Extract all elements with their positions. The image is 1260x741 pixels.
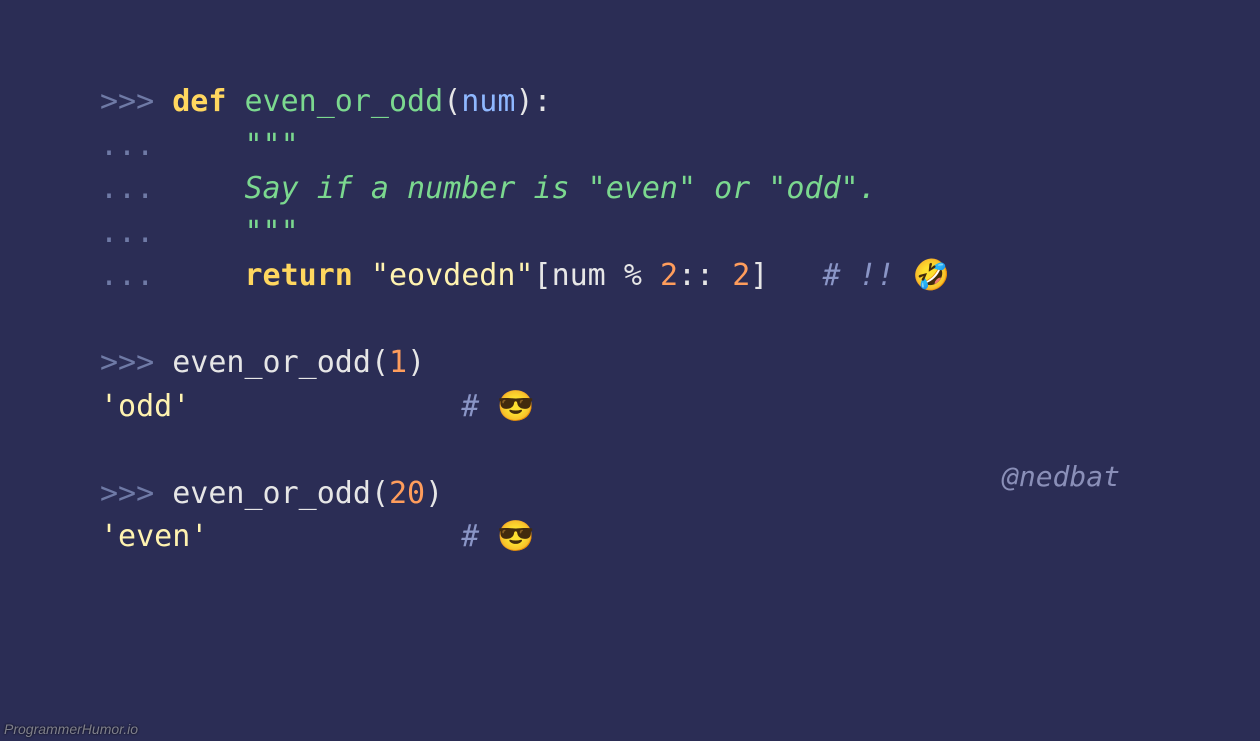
slice-sep: :: [678, 258, 732, 293]
comment: # !! [823, 258, 913, 293]
rofl-emoji-icon: 🤣 [913, 258, 950, 293]
line-3: ... Say if a number is "even" or "odd". [100, 171, 877, 206]
identifier: num [552, 258, 624, 293]
spacing [190, 389, 461, 424]
number-literal: 2 [732, 258, 750, 293]
line-2: ... """ [100, 128, 299, 163]
sunglasses-emoji-icon: 😎 [497, 389, 534, 424]
prompt-cont: ... [100, 171, 245, 206]
attribution-handle: @nedbat [1002, 460, 1120, 493]
close-paren: ) [425, 476, 443, 511]
open-paren: ( [443, 84, 461, 119]
func-name: even_or_odd [245, 84, 444, 119]
docstring-quote: """ [245, 215, 299, 250]
number-literal: 1 [389, 345, 407, 380]
param: num [461, 84, 515, 119]
repl-output: 'even' [100, 519, 208, 554]
comment: # [461, 389, 497, 424]
docstring-text: Say if a number is "even" or "odd". [245, 171, 877, 206]
open-paren: ( [371, 476, 389, 511]
prompt-cont: ... [100, 258, 245, 293]
line-9: 'even' # 😎 [100, 519, 535, 554]
prompt: >>> [100, 345, 172, 380]
watermark: ProgrammerHumor.io [4, 721, 138, 737]
line-6: >>> even_or_odd(1) [100, 345, 425, 380]
number-literal: 2 [660, 258, 678, 293]
line-1: >>> def even_or_odd(num): [100, 84, 552, 119]
close-paren: ): [515, 84, 551, 119]
line-7: 'odd' # 😎 [100, 389, 535, 424]
prompt-cont: ... [100, 128, 245, 163]
line-8: >>> even_or_odd(20) [100, 476, 443, 511]
docstring-quote: """ [245, 128, 299, 163]
bracket-open: [ [534, 258, 552, 293]
func-call: even_or_odd [172, 345, 371, 380]
comment: # [461, 519, 497, 554]
prompt-cont: ... [100, 215, 245, 250]
func-call: even_or_odd [172, 476, 371, 511]
spacing [208, 519, 461, 554]
repl-output: 'odd' [100, 389, 190, 424]
close-paren: ) [407, 345, 425, 380]
operator-mod: % [624, 258, 660, 293]
open-paren: ( [371, 345, 389, 380]
line-4: ... """ [100, 215, 299, 250]
number-literal: 20 [389, 476, 425, 511]
bracket-close: ] [750, 258, 822, 293]
keyword-return: return [245, 258, 371, 293]
string-literal: "eovdedn" [371, 258, 534, 293]
prompt: >>> [100, 84, 172, 119]
sunglasses-emoji-icon: 😎 [497, 519, 534, 554]
line-5: ... return "eovdedn"[num % 2:: 2] # !! 🤣 [100, 258, 950, 293]
keyword-def: def [172, 84, 244, 119]
prompt: >>> [100, 476, 172, 511]
